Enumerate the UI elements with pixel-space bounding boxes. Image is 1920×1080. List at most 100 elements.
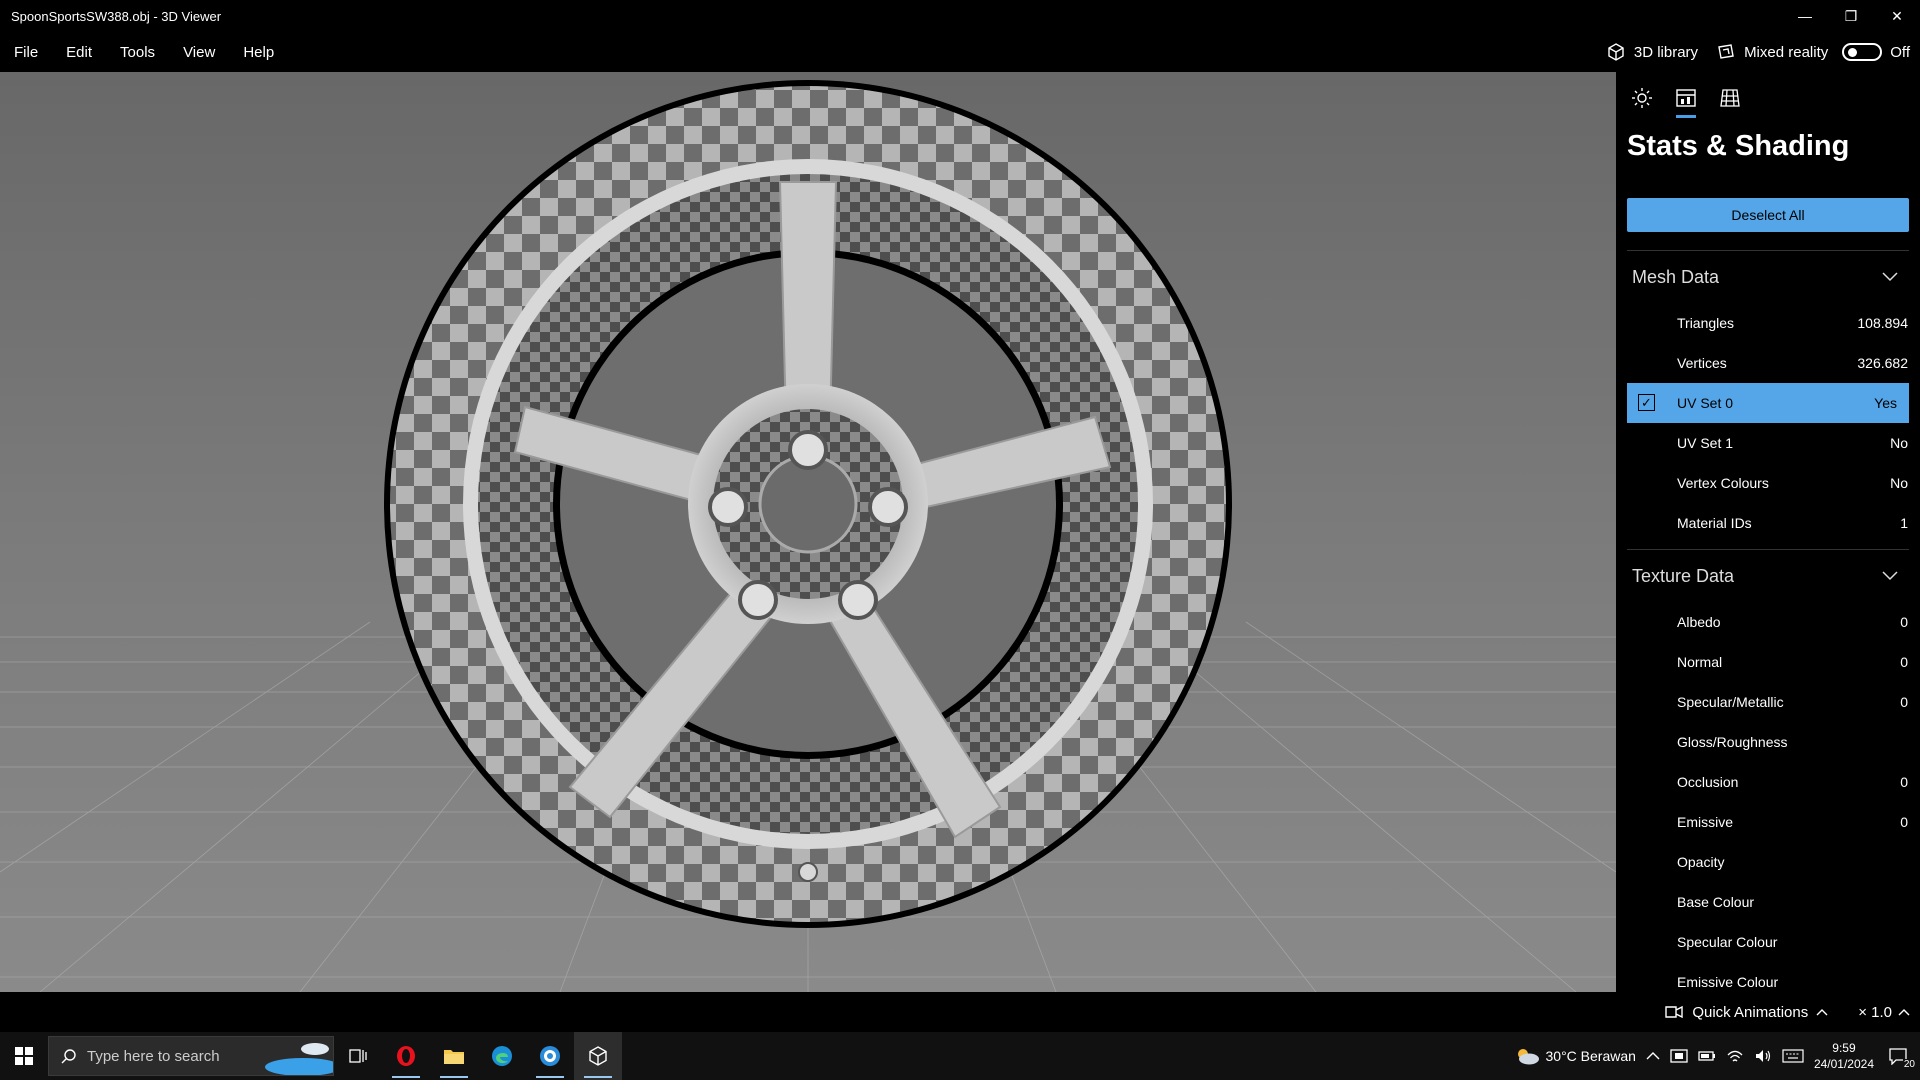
menu-tools[interactable]: Tools — [106, 44, 169, 61]
battery-icon[interactable] — [1698, 1049, 1716, 1063]
start-button[interactable] — [0, 1032, 48, 1080]
taskbar-file-explorer[interactable] — [430, 1032, 478, 1080]
minimize-button[interactable]: — — [1782, 0, 1828, 32]
row-value: 0 — [1900, 694, 1908, 710]
deselect-all-button[interactable]: Deselect All — [1627, 198, 1909, 232]
taskbar-search[interactable]: Type here to search — [48, 1036, 334, 1076]
chevron-up-icon — [1898, 1009, 1910, 1016]
mesh-row-uv-set-1[interactable]: UV Set 1 No — [1616, 423, 1920, 463]
meet-now-icon[interactable] — [1670, 1048, 1688, 1064]
chevron-up-icon[interactable] — [1646, 1051, 1660, 1061]
taskbar: Type here to search 30°C Berawan 9:59 24… — [0, 1032, 1920, 1080]
row-label: Normal — [1677, 654, 1723, 670]
weather-widget[interactable]: 30°C Berawan — [1514, 1047, 1636, 1065]
row-value: 0 — [1900, 814, 1908, 830]
row-value: No — [1890, 475, 1908, 491]
mixed-reality-button[interactable]: Mixed reality Off — [1716, 42, 1910, 62]
row-label: Occlusion — [1677, 774, 1739, 790]
chevron-down-icon — [1882, 272, 1898, 282]
texture-row-specular-metallic[interactable]: Specular/Metallic 0 — [1616, 682, 1920, 722]
task-view-button[interactable] — [334, 1032, 382, 1080]
menu-edit[interactable]: Edit — [52, 44, 106, 61]
weather-cloud-icon — [1517, 1049, 1539, 1065]
tab-grid[interactable] — [1716, 84, 1744, 112]
tab-lighting[interactable] — [1628, 84, 1656, 112]
keyboard-icon[interactable] — [1782, 1049, 1804, 1063]
opera-icon — [397, 1046, 415, 1066]
texture-row-albedo[interactable]: Albedo 0 — [1616, 602, 1920, 642]
task-view-icon — [349, 1049, 367, 1063]
menu-help[interactable]: Help — [229, 44, 288, 61]
row-label: Vertices — [1677, 355, 1727, 371]
mixed-reality-icon — [1718, 44, 1734, 59]
mesh-row-vertex-colours[interactable]: Vertex Colours No — [1616, 463, 1920, 503]
search-icon — [61, 1049, 76, 1064]
3d-library-button[interactable]: 3D library — [1606, 42, 1698, 62]
row-value: Yes — [1874, 395, 1897, 411]
menu-file[interactable]: File — [0, 44, 52, 61]
mesh-row-uv-set-0[interactable]: ✓ UV Set 0 Yes — [1627, 383, 1909, 423]
row-label: Material IDs — [1677, 515, 1752, 531]
title-bar: SpoonSportsSW388.obj - 3D Viewer — ❐ ✕ — [0, 0, 1920, 32]
3d-viewport[interactable] — [0, 72, 1616, 992]
3d-viewer-icon — [589, 1046, 607, 1066]
texture-row-occlusion[interactable]: Occlusion 0 — [1616, 762, 1920, 802]
close-button[interactable]: ✕ — [1874, 0, 1920, 32]
3d-scene[interactable] — [0, 72, 1616, 992]
row-label: Emissive — [1677, 814, 1734, 830]
weather-text: 30°C Berawan — [1545, 1048, 1636, 1064]
status-bar: Quick Animations × 1.0 — [0, 992, 1920, 1032]
notification-count: 20 — [1902, 1059, 1916, 1070]
row-label: Albedo — [1677, 614, 1721, 630]
animation-speed-button[interactable]: × 1.0 — [1858, 1004, 1910, 1021]
panel-tabs — [1616, 72, 1920, 118]
row-value: 1 — [1900, 515, 1908, 531]
quick-animations-button[interactable]: Quick Animations — [1664, 1003, 1828, 1021]
window-title: SpoonSportsSW388.obj - 3D Viewer — [11, 8, 222, 24]
taskbar-app-circle[interactable] — [526, 1032, 574, 1080]
row-label: Gloss/Roughness — [1677, 734, 1788, 750]
stats-shading-panel: Stats & Shading Deselect All Mesh Data T… — [1616, 72, 1920, 992]
texture-row-specular-colour[interactable]: Specular Colour — [1616, 922, 1920, 962]
texture-row-opacity[interactable]: Opacity — [1616, 842, 1920, 882]
mesh-data-section-header[interactable]: Mesh Data — [1616, 251, 1920, 303]
row-label: Vertex Colours — [1677, 475, 1769, 491]
taskbar-edge[interactable] — [478, 1032, 526, 1080]
mesh-row-triangles[interactable]: Triangles 108.894 — [1616, 303, 1920, 343]
row-label: Base Colour — [1677, 894, 1755, 910]
taskbar-opera[interactable] — [382, 1032, 430, 1080]
menu-view[interactable]: View — [169, 44, 229, 61]
notification-center-button[interactable]: 20 — [1884, 1042, 1916, 1070]
row-value: 0 — [1900, 654, 1908, 670]
row-label: Specular/Metallic — [1677, 694, 1784, 710]
taskbar-3d-viewer[interactable] — [574, 1032, 622, 1080]
tab-stats-shading[interactable] — [1672, 84, 1700, 118]
sun-icon — [1632, 88, 1652, 108]
row-value: 326.682 — [1857, 355, 1908, 371]
volume-icon[interactable] — [1754, 1048, 1772, 1064]
chevron-down-icon — [1882, 571, 1898, 581]
row-label: Opacity — [1677, 854, 1725, 870]
wifi-icon[interactable] — [1726, 1048, 1744, 1064]
restore-button[interactable]: ❐ — [1828, 0, 1874, 32]
row-value: 0 — [1900, 774, 1908, 790]
mixed-reality-toggle[interactable] — [1842, 43, 1883, 61]
texture-data-section-header[interactable]: Texture Data — [1616, 550, 1920, 602]
row-value: 0 — [1900, 614, 1908, 630]
mesh-row-vertices[interactable]: Vertices 326.682 — [1616, 343, 1920, 383]
system-tray: 30°C Berawan 9:59 24/01/2024 20 — [1514, 1032, 1920, 1080]
mesh-row-material-ids[interactable]: Material IDs 1 — [1616, 503, 1920, 543]
stats-icon — [1676, 89, 1696, 107]
row-value: 108.894 — [1857, 315, 1908, 331]
mixed-reality-label: Mixed reality — [1744, 43, 1829, 61]
chevron-up-icon — [1816, 1009, 1828, 1016]
texture-row-base-colour[interactable]: Base Colour — [1616, 882, 1920, 922]
texture-row-normal[interactable]: Normal 0 — [1616, 642, 1920, 682]
texture-row-gloss-roughness[interactable]: Gloss/Roughness — [1616, 722, 1920, 762]
clock[interactable]: 9:59 24/01/2024 — [1814, 1040, 1874, 1072]
uv-set-0-checkbox[interactable]: ✓ — [1638, 394, 1655, 411]
texture-row-emissive[interactable]: Emissive 0 — [1616, 802, 1920, 842]
cube-icon — [1608, 43, 1624, 61]
mesh-data-title: Mesh Data — [1632, 266, 1720, 287]
texture-data-title: Texture Data — [1632, 565, 1735, 586]
